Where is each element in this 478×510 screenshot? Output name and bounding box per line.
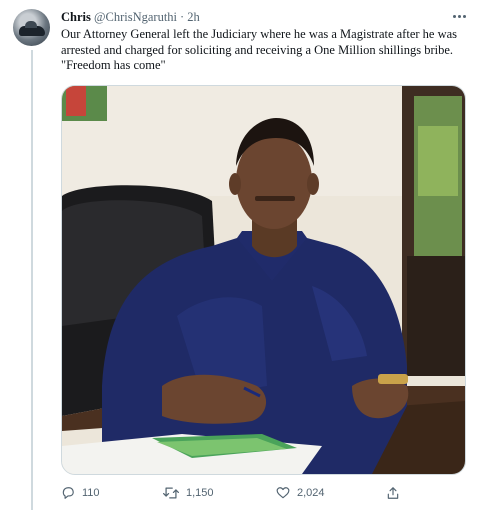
share-button[interactable]: [386, 484, 407, 502]
retweet-count: 1,150: [186, 487, 214, 499]
tweet-text: Our Attorney General left the Judiciary …: [61, 27, 466, 74]
heart-icon: [276, 487, 290, 499]
photo-man-in-blue-shirt-at-desk: [62, 86, 465, 474]
more-icon-dot: [457, 14, 461, 18]
header-separator: ·: [180, 10, 185, 24]
tweet-photo[interactable]: [61, 85, 466, 475]
more-icon-dot: [462, 14, 466, 18]
author-handle[interactable]: @ChrisNgaruthi: [94, 10, 177, 24]
tweet[interactable]: Chris @ChrisNgaruthi · 2h Our Attorney Gen…: [0, 0, 478, 510]
tweet-text-line: arrested and charged for soliciting and …: [61, 42, 454, 57]
reply-icon: [62, 487, 74, 499]
like-count: 2,024: [297, 487, 325, 499]
like-button[interactable]: 2,024: [276, 484, 325, 502]
retweet-icon: [163, 487, 179, 499]
reply-count: 110: [82, 487, 100, 499]
thread-line: [31, 50, 33, 510]
share-icon: [387, 487, 399, 499]
more-icon-dot: [452, 14, 456, 18]
avatar-car-image: [19, 21, 45, 36]
tweet-text-line: Our Attorney General left the Judiciary …: [61, 27, 458, 41]
tweet-time[interactable]: 2h: [187, 10, 200, 24]
tweet-header: Chris @ChrisNgaruthi · 2h: [61, 10, 200, 26]
tweet-text-line: "Freedom has come": [61, 58, 166, 72]
author-name[interactable]: Chris: [61, 10, 91, 24]
more-options-button[interactable]: [448, 6, 470, 26]
reply-button[interactable]: 110: [61, 484, 100, 502]
retweet-button[interactable]: 1,150: [163, 484, 214, 502]
tweet-actions: 110 1,150 2,024: [61, 484, 461, 504]
avatar[interactable]: [13, 9, 50, 46]
